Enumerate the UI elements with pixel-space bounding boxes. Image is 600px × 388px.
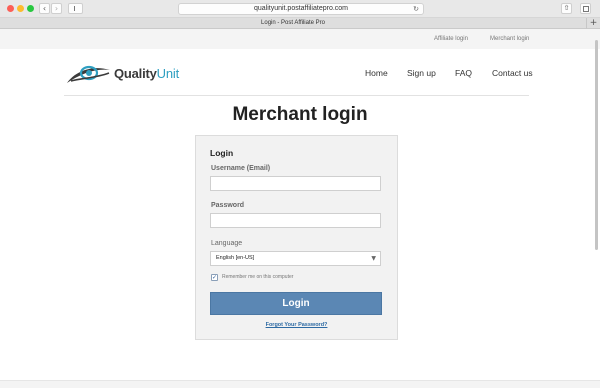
username-label: Username (Email): [211, 165, 271, 172]
minimize-window-button[interactable]: [17, 5, 24, 12]
page-title: Merchant login: [232, 104, 368, 125]
header-divider: [64, 95, 529, 96]
remember-me-label[interactable]: Remember me on this computer: [222, 274, 293, 281]
login-button[interactable]: Login: [210, 292, 382, 315]
reload-icon[interactable]: ↻: [413, 4, 419, 14]
page-scrollbar[interactable]: [595, 40, 598, 250]
tab-title[interactable]: Login - Post Affiliate Pro: [0, 18, 586, 29]
logo-wordmark: QualityUnit: [114, 66, 179, 81]
language-select[interactable]: English [en-US] ▼: [210, 251, 381, 266]
remember-me-checkbox[interactable]: ✓: [211, 274, 218, 281]
footer-strip: [0, 380, 600, 388]
address-bar[interactable]: qualityunit.postaffiliatepro.com ↻: [178, 3, 424, 15]
back-button[interactable]: ‹: [39, 3, 50, 14]
qualityunit-logo[interactable]: QualityUnit: [66, 64, 186, 86]
utility-bar: Affiliate login Merchant login: [0, 29, 600, 49]
triangle-down-icon: ▼: [371, 255, 376, 262]
nav-home[interactable]: Home: [365, 68, 388, 78]
nav-faq[interactable]: FAQ: [455, 68, 472, 78]
close-window-button[interactable]: [7, 5, 14, 12]
affiliate-login-link[interactable]: Affiliate login: [434, 29, 468, 49]
zoom-window-button[interactable]: [27, 5, 34, 12]
tab-bar: Login - Post Affiliate Pro +: [0, 18, 600, 29]
forward-button[interactable]: ›: [51, 3, 62, 14]
nav-contact-us[interactable]: Contact us: [492, 68, 533, 78]
language-label: Language: [211, 240, 243, 247]
new-tab-button[interactable]: +: [586, 18, 600, 29]
login-heading: Login: [210, 148, 234, 158]
browser-toolbar: ‹ › qualityunit.postaffiliatepro.com ↻ ⇧: [0, 0, 600, 18]
sidebar-toggle-icon[interactable]: [68, 3, 83, 14]
url-text: qualityunit.postaffiliatepro.com: [253, 5, 349, 12]
merchant-login-link[interactable]: Merchant login: [490, 29, 529, 49]
tab-overview-icon[interactable]: [580, 3, 591, 14]
checkmark-icon: ✓: [212, 274, 218, 281]
nav-signup[interactable]: Sign up: [407, 68, 436, 78]
login-panel: Login Username (Email) Password Language…: [195, 135, 398, 340]
eye-swoosh-icon: [67, 65, 110, 83]
password-label: Password: [211, 202, 245, 209]
share-icon[interactable]: ⇧: [561, 3, 572, 14]
logo-text-accent: Unit: [156, 66, 180, 81]
language-selected-value: English [en-US]: [216, 255, 255, 261]
password-input[interactable]: [210, 213, 381, 228]
logo-text-main: Quality: [114, 66, 157, 81]
username-input[interactable]: [210, 176, 381, 191]
forgot-password-link[interactable]: Forgot Your Password?: [196, 322, 397, 328]
